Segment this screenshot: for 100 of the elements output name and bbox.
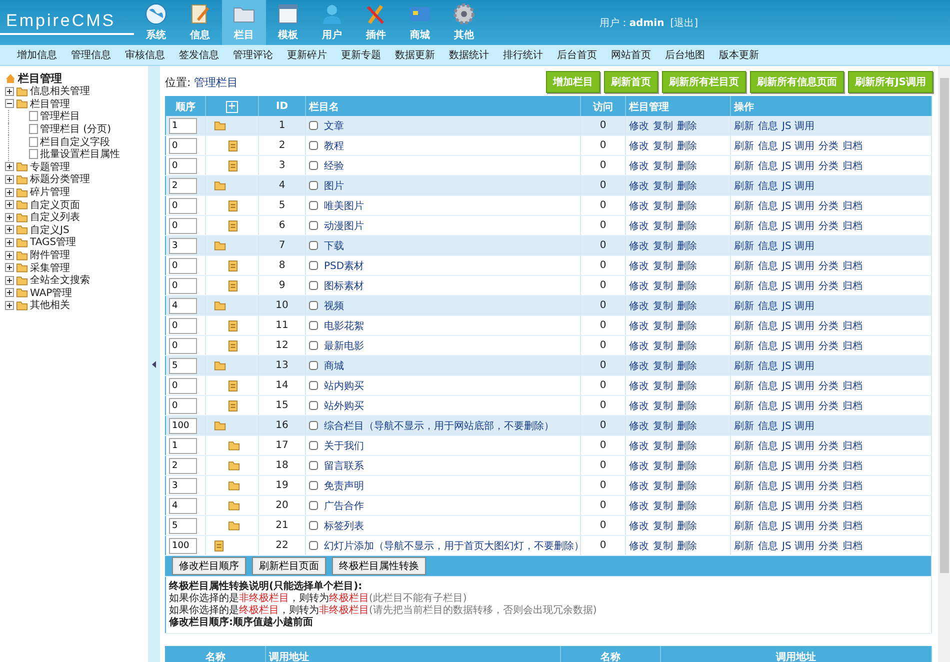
order-field[interactable]: 0	[169, 198, 197, 214]
action-link[interactable]: 归档	[842, 160, 862, 172]
action-link[interactable]: JS 调用	[782, 140, 814, 152]
action-link[interactable]: 分类	[818, 480, 838, 492]
action-link[interactable]: 分类	[818, 280, 838, 292]
action-link[interactable]: 分类	[818, 140, 838, 152]
menu-link[interactable]: 增加信息	[10, 48, 64, 62]
manage-link[interactable]: 复制	[653, 440, 673, 452]
action-link[interactable]: 分类	[818, 380, 838, 392]
order-field[interactable]: 3	[169, 478, 197, 494]
menu-link[interactable]: 管理信息	[64, 48, 118, 62]
menu-link[interactable]: 更新专题	[334, 48, 388, 62]
action-link[interactable]: JS 调用	[782, 120, 814, 132]
manage-link[interactable]: 复制	[653, 180, 673, 192]
expand-icon[interactable]	[5, 86, 14, 96]
row-checkbox[interactable]	[309, 281, 318, 290]
action-link[interactable]: 归档	[842, 320, 862, 332]
manage-link[interactable]: 删除	[677, 300, 697, 312]
action-link[interactable]: 信息	[758, 380, 778, 392]
order-field[interactable]: 1	[169, 438, 197, 454]
action-link[interactable]: JS 调用	[782, 340, 814, 352]
tree-item[interactable]: 管理栏目 (分页)	[40, 122, 111, 136]
manage-link[interactable]: 修改	[629, 120, 649, 132]
action-link[interactable]: 信息	[758, 260, 778, 272]
row-checkbox[interactable]	[309, 321, 318, 330]
category-link[interactable]: 商城	[324, 360, 344, 372]
tree-item[interactable]: 标题分类管理	[30, 172, 90, 186]
row-checkbox[interactable]	[309, 341, 318, 350]
category-link[interactable]: 教程	[324, 140, 344, 152]
action-link[interactable]: JS 调用	[782, 220, 814, 232]
action-link[interactable]: 刷新	[734, 440, 754, 452]
category-link[interactable]: 图片	[324, 180, 344, 192]
tree-item[interactable]: 碎片管理	[30, 185, 70, 200]
expand-icon[interactable]	[5, 300, 14, 310]
manage-link[interactable]: 复制	[653, 320, 673, 332]
manage-link[interactable]: 删除	[677, 160, 697, 172]
category-link[interactable]: 标签列表	[324, 520, 364, 532]
category-link[interactable]: PSD素材	[324, 260, 364, 272]
manage-link[interactable]: 修改	[629, 420, 649, 432]
action-link[interactable]: 归档	[842, 200, 862, 212]
order-field[interactable]: 0	[169, 398, 197, 414]
action-link[interactable]: 分类	[818, 540, 838, 552]
action-link[interactable]: JS 调用	[782, 360, 814, 372]
category-link[interactable]: 动漫图片	[324, 220, 364, 232]
action-link[interactable]: 归档	[842, 520, 862, 532]
manage-link[interactable]: 复制	[653, 120, 673, 132]
manage-link[interactable]: 删除	[677, 520, 697, 532]
expand-icon[interactable]	[5, 276, 14, 285]
action-link[interactable]: 刷新	[734, 360, 754, 372]
manage-link[interactable]: 复制	[653, 260, 673, 272]
manage-link[interactable]: 修改	[629, 180, 649, 192]
action-link[interactable]: JS 调用	[782, 280, 814, 292]
manage-link[interactable]: 复制	[653, 300, 673, 312]
action-link[interactable]: 分类	[818, 460, 838, 472]
manage-link[interactable]: 复制	[653, 380, 673, 392]
row-checkbox[interactable]	[309, 141, 318, 150]
action-link[interactable]: 信息	[758, 280, 778, 292]
row-checkbox[interactable]	[309, 301, 318, 310]
action-link[interactable]: JS 调用	[782, 320, 814, 332]
manage-link[interactable]: 复制	[653, 360, 673, 372]
manage-link[interactable]: 删除	[677, 440, 697, 452]
manage-link[interactable]: 删除	[677, 260, 697, 272]
action-link[interactable]: 刷新	[734, 200, 754, 212]
action-link[interactable]: 归档	[842, 280, 862, 292]
manage-link[interactable]: 删除	[677, 400, 697, 412]
action-link[interactable]: JS 调用	[782, 160, 814, 172]
tree-item[interactable]: 管理栏目	[40, 109, 80, 124]
menu-link[interactable]: 审核信息	[118, 48, 172, 62]
menu-link[interactable]: 数据更新	[388, 48, 442, 62]
order-field[interactable]: 100	[169, 538, 197, 554]
expand-icon[interactable]	[5, 188, 14, 197]
category-link[interactable]: 站外购买	[324, 400, 364, 412]
row-checkbox[interactable]	[309, 361, 318, 370]
action-link[interactable]: JS 调用	[782, 400, 814, 412]
order-field[interactable]: 0	[169, 158, 197, 174]
tree-item[interactable]: 栏目管理	[30, 96, 70, 111]
manage-link[interactable]: 复制	[653, 340, 673, 352]
action-link[interactable]: JS 调用	[782, 500, 814, 512]
category-link[interactable]: 经验	[324, 160, 344, 172]
action-link[interactable]: 归档	[842, 460, 862, 472]
manage-link[interactable]: 删除	[677, 500, 697, 512]
tree-item[interactable]: WAP管理	[30, 286, 72, 300]
order-field[interactable]: 3	[169, 238, 197, 254]
manage-link[interactable]: 删除	[677, 140, 697, 152]
action-link[interactable]: JS 调用	[782, 540, 814, 552]
category-link[interactable]: 站内购买	[324, 380, 364, 392]
action-link[interactable]: JS 调用	[782, 180, 814, 192]
expand-icon[interactable]	[5, 250, 14, 260]
manage-link[interactable]: 复制	[653, 140, 673, 152]
manage-link[interactable]: 复制	[653, 500, 673, 512]
breadcrumb-link[interactable]: 管理栏目	[194, 74, 238, 90]
category-link[interactable]: 文章	[324, 120, 344, 132]
action-link[interactable]: 信息	[758, 420, 778, 432]
tree-item[interactable]: 其他相关	[30, 298, 70, 312]
order-field[interactable]: 0	[169, 258, 197, 274]
action-link[interactable]: 刷新	[734, 140, 754, 152]
order-field[interactable]: 2	[169, 178, 197, 194]
expand-icon[interactable]	[5, 225, 14, 234]
action-link[interactable]: 信息	[758, 160, 778, 172]
tree-item[interactable]: 专题管理	[30, 160, 70, 174]
